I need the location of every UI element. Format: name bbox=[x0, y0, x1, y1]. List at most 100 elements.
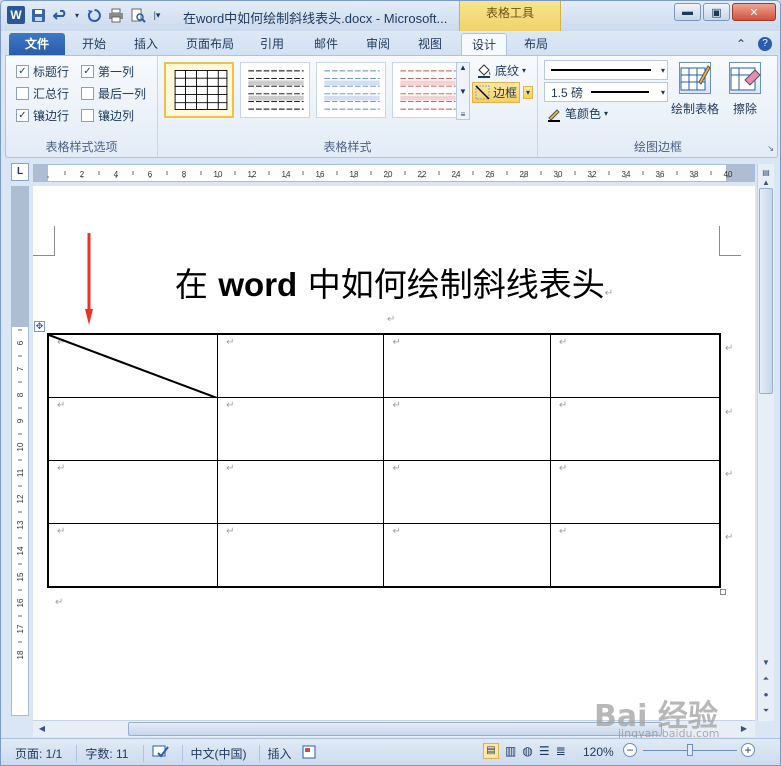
table-cell[interactable]: ↵ bbox=[383, 333, 551, 398]
tab-file[interactable]: 文件 bbox=[9, 33, 65, 55]
table-cell[interactable]: ↵ bbox=[217, 396, 385, 462]
chevron-down-icon[interactable]: ▾ bbox=[73, 6, 81, 24]
dialog-launcher-icon[interactable]: ↘ bbox=[767, 144, 774, 153]
checkbox-header-row[interactable]: ✓ 标题行 bbox=[16, 63, 69, 80]
table-style-grid[interactable] bbox=[164, 62, 234, 118]
document-page[interactable]: 在 word 中如何绘制斜线表头↵ ↵ ✥ ↵ ↵ ↵ ↵ ↵ ↵ ↵ ↵ ↵ bbox=[33, 186, 755, 721]
tab-design[interactable]: 设计 bbox=[461, 33, 507, 57]
previous-page-icon[interactable]: ⏶ bbox=[759, 672, 773, 686]
next-page-icon[interactable]: ⏷ bbox=[759, 704, 773, 718]
draft-view-icon[interactable]: ≣ bbox=[556, 744, 566, 758]
minimize-button[interactable]: ▬ bbox=[674, 3, 701, 21]
outline-view-icon[interactable]: ☰ bbox=[539, 744, 550, 758]
document-title[interactable]: 在 word 中如何绘制斜线表头↵ bbox=[33, 258, 755, 306]
pen-style-select[interactable]: ▾ bbox=[544, 60, 668, 80]
tab-review[interactable]: 审阅 bbox=[355, 33, 401, 55]
scroll-up-icon[interactable]: ▲ bbox=[459, 63, 467, 72]
checkbox-box[interactable] bbox=[16, 87, 29, 100]
table-cell[interactable]: ↵ bbox=[47, 459, 219, 525]
table-style-light-shading[interactable] bbox=[240, 62, 310, 118]
table-cell[interactable]: ↵ bbox=[549, 523, 721, 588]
scroll-down-icon[interactable]: ▼ bbox=[459, 87, 467, 96]
word-logo-icon[interactable]: W bbox=[7, 6, 25, 24]
horizontal-scroll-thumb[interactable] bbox=[128, 722, 662, 736]
tab-mailings[interactable]: 邮件 bbox=[303, 33, 349, 55]
table-cell[interactable]: ↵ bbox=[217, 459, 385, 525]
print-icon[interactable] bbox=[107, 6, 125, 24]
proofing-icon[interactable] bbox=[142, 744, 170, 762]
status-insert-mode[interactable]: 插入 bbox=[258, 744, 292, 762]
tab-page-layout[interactable]: 页面布局 bbox=[177, 33, 243, 55]
tab-selector[interactable]: L bbox=[11, 163, 29, 181]
table-cell[interactable]: ↵ bbox=[217, 333, 385, 398]
table-resize-handle[interactable] bbox=[720, 589, 726, 595]
zoom-slider-thumb[interactable] bbox=[687, 744, 693, 756]
web-layout-icon[interactable]: ◍ bbox=[522, 744, 532, 758]
full-screen-reading-icon[interactable]: ▥ bbox=[505, 744, 516, 758]
table-cell[interactable]: ↵ bbox=[383, 396, 551, 462]
draw-table-button[interactable]: 绘制表格 bbox=[670, 62, 720, 117]
checkbox-box[interactable]: ✓ bbox=[16, 65, 29, 78]
borders-split[interactable]: 边框 bbox=[472, 82, 521, 103]
pen-color-button[interactable]: 笔颜色 ▾ bbox=[546, 105, 608, 122]
zoom-level[interactable]: 120% bbox=[583, 745, 614, 759]
vertical-scroll-thumb[interactable] bbox=[759, 188, 773, 394]
chevron-down-icon[interactable]: ▾ bbox=[523, 86, 534, 99]
table-cell-diagonal-header[interactable]: ↵ bbox=[47, 333, 219, 398]
checkbox-banded-columns[interactable]: 镶边列 bbox=[81, 107, 134, 124]
shading-button[interactable]: 底纹 ▾ bbox=[476, 62, 526, 79]
table-move-handle-icon[interactable]: ✥ bbox=[34, 321, 45, 332]
minimize-ribbon-icon[interactable]: ⌃ bbox=[736, 37, 746, 51]
undo-icon[interactable] bbox=[51, 6, 69, 24]
checkbox-box[interactable]: ✓ bbox=[16, 109, 29, 122]
checkbox-banded-rows[interactable]: ✓ 镶边行 bbox=[16, 107, 69, 124]
scroll-left-icon[interactable]: ◀ bbox=[35, 722, 49, 736]
checkbox-first-column[interactable]: ✓ 第一列 bbox=[81, 63, 134, 80]
table-cell[interactable]: ↵ bbox=[47, 396, 219, 462]
checkbox-box[interactable] bbox=[81, 109, 94, 122]
zoom-in-icon[interactable]: + bbox=[741, 743, 755, 757]
status-language[interactable]: 中文(中国) bbox=[181, 744, 247, 762]
status-word-count[interactable]: 字数: 11 bbox=[76, 744, 129, 762]
zoom-out-icon[interactable]: − bbox=[623, 743, 637, 757]
gallery-more-icon[interactable]: ≡ bbox=[461, 110, 466, 119]
scroll-down-icon[interactable]: ▼ bbox=[759, 656, 773, 670]
browse-object-icon[interactable]: ● bbox=[759, 688, 773, 702]
maximize-button[interactable]: ▣ bbox=[703, 3, 730, 21]
eraser-button[interactable]: 擦除 bbox=[720, 62, 770, 117]
close-button[interactable]: ✕ bbox=[732, 3, 776, 21]
help-icon[interactable]: ? bbox=[758, 37, 772, 51]
customize-qat-icon[interactable]: |▾ bbox=[151, 6, 163, 24]
vertical-ruler[interactable]: 123456789101112131415161718 bbox=[11, 186, 29, 716]
tab-home[interactable]: 开始 bbox=[71, 33, 117, 55]
print-layout-view-icon[interactable]: ▤ bbox=[483, 743, 499, 759]
table-cell[interactable]: ↵ bbox=[217, 523, 385, 588]
tab-insert[interactable]: 插入 bbox=[123, 33, 169, 55]
checkbox-total-row[interactable]: 汇总行 bbox=[16, 85, 69, 102]
status-page[interactable]: 页面: 1/1 bbox=[15, 745, 62, 762]
vertical-scrollbar[interactable]: ▤ ▲ ▼ ⏶ ● ⏷ bbox=[757, 164, 774, 721]
borders-button[interactable]: 边框 ▾ bbox=[472, 82, 534, 103]
tab-references[interactable]: 引用 bbox=[249, 33, 295, 55]
pen-weight-select[interactable]: 1.5 磅 ▾ bbox=[544, 82, 668, 102]
scroll-right-icon[interactable]: ▶ bbox=[737, 722, 751, 736]
table-cell[interactable]: ↵ bbox=[549, 396, 721, 462]
table-style-light-blue[interactable] bbox=[316, 62, 386, 118]
document-table[interactable]: ↵ ↵ ↵ ↵ ↵ ↵ ↵ ↵ ↵ ↵ ↵ ↵ ↵ ↵ ↵ ↵ bbox=[47, 333, 721, 588]
redo-icon[interactable] bbox=[85, 6, 103, 24]
checkbox-box[interactable]: ✓ bbox=[81, 65, 94, 78]
macro-record-icon[interactable] bbox=[302, 745, 316, 762]
table-cell[interactable]: ↵ bbox=[383, 523, 551, 588]
print-preview-icon[interactable] bbox=[129, 6, 147, 24]
table-cell[interactable]: ↵ bbox=[383, 459, 551, 525]
gallery-scroll[interactable]: ▲ ▼ ≡ bbox=[456, 62, 470, 120]
checkbox-last-column[interactable]: 最后一列 bbox=[81, 85, 146, 102]
tab-view[interactable]: 视图 bbox=[407, 33, 453, 55]
table-cell[interactable]: ↵ bbox=[549, 459, 721, 525]
tab-layout[interactable]: 布局 bbox=[513, 33, 559, 55]
save-icon[interactable] bbox=[29, 6, 47, 24]
checkbox-box[interactable] bbox=[81, 87, 94, 100]
table-style-light-red[interactable] bbox=[392, 62, 462, 118]
table-cell[interactable]: ↵ bbox=[549, 333, 721, 398]
horizontal-ruler[interactable]: 2 4 6 8 10 12 14 16 18 20 22 24 26 28 30 32 34 36 38 40 bbox=[33, 164, 755, 182]
